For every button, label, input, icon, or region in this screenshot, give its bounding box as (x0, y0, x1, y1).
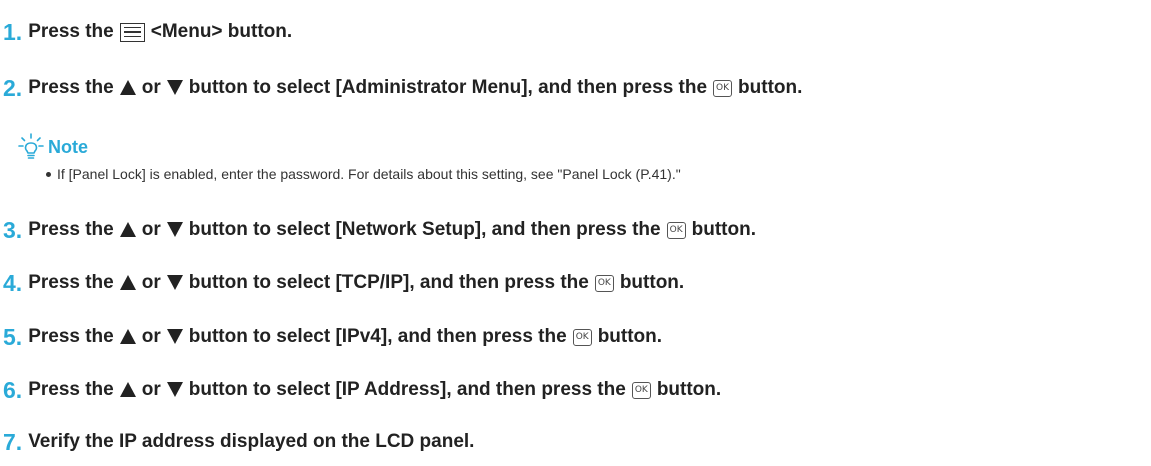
up-arrow-icon (119, 274, 136, 290)
step-number: 2. (3, 74, 23, 101)
up-arrow-icon (119, 381, 136, 397)
down-arrow-icon (166, 221, 183, 237)
note-label: Note (48, 136, 88, 157)
step-text: or (141, 219, 161, 240)
ok-button-icon: OK (594, 274, 614, 292)
step-text: button to select [Administrator Menu], a… (188, 77, 708, 98)
step-text: or (141, 272, 161, 293)
down-arrow-icon (166, 328, 183, 344)
step-text: or (141, 77, 161, 98)
step-6: 6. Press the or button to select [IP Add… (3, 375, 721, 405)
step-text: Press the (28, 326, 114, 347)
step-text: button. (619, 272, 685, 293)
step-number: 7. (3, 428, 23, 455)
bullet (46, 171, 51, 177)
step-text: button to select [IP Address], and then … (188, 379, 626, 400)
down-arrow-icon (166, 79, 183, 95)
down-arrow-icon (166, 381, 183, 397)
step-text: Press the (28, 21, 114, 42)
step-text: Press the (28, 219, 114, 240)
step-text: Press the (28, 379, 114, 400)
down-arrow-icon (166, 274, 183, 290)
step-text: button. (597, 326, 663, 347)
step-number: 1. (3, 18, 23, 45)
menu-icon (119, 22, 145, 42)
step-text: button. (691, 219, 756, 240)
ok-button-icon: OK (572, 328, 592, 346)
step-3: 3. Press the or button to select [Networ… (3, 215, 756, 245)
step-text: button to select [IPv4], and then press … (188, 326, 567, 347)
note-item: If [Panel Lock] is enabled, enter the pa… (46, 166, 681, 182)
step-number: 4. (3, 269, 23, 296)
up-arrow-icon (119, 79, 136, 95)
step-text: <Menu> button. (150, 21, 293, 42)
step-text: Press the (28, 272, 114, 293)
up-arrow-icon (119, 221, 136, 237)
note-text: If [Panel Lock] is enabled, enter the pa… (57, 166, 681, 182)
step-5: 5. Press the or button to select [IPv4],… (3, 322, 662, 352)
step-4: 4. Press the or button to select [TCP/IP… (3, 268, 684, 298)
lightbulb-icon (18, 133, 44, 159)
step-number: 5. (3, 323, 23, 350)
ok-button-icon: OK (713, 79, 733, 97)
step-text: button to select [TCP/IP], and then pres… (188, 272, 589, 293)
step-text: Verify the IP address displayed on the L… (28, 431, 475, 452)
ok-button-icon: OK (666, 221, 686, 239)
up-arrow-icon (119, 328, 136, 344)
step-text: Press the (28, 77, 114, 98)
step-number: 3. (3, 216, 23, 243)
step-text: or (141, 326, 161, 347)
step-text: button. (656, 379, 722, 400)
step-number: 6. (3, 376, 23, 403)
ok-button-icon: OK (631, 381, 651, 399)
note-heading: Note (18, 133, 88, 161)
step-2: 2. Press the or button to select [Admini… (3, 73, 802, 103)
step-text: button to select [Network Setup], and th… (188, 219, 661, 240)
step-7: 7. Verify the IP address displayed on th… (3, 427, 474, 457)
step-1: 1. Press the <Menu> button. (3, 17, 292, 47)
step-text: button. (738, 77, 803, 98)
step-text: or (141, 379, 161, 400)
